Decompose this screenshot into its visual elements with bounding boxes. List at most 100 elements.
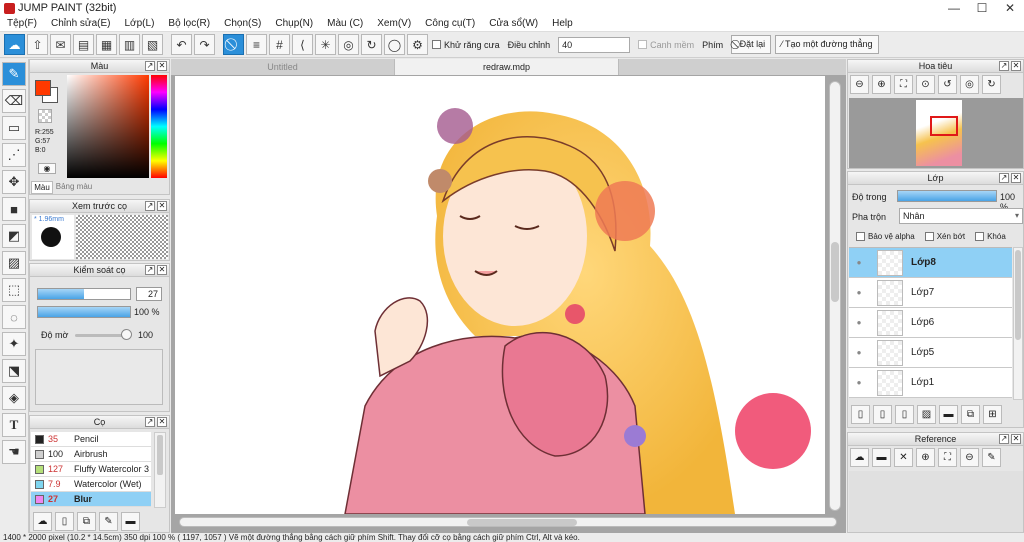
- foreground-swatch[interactable]: [35, 80, 51, 96]
- brush-cloud-icon[interactable]: ☁: [33, 512, 52, 531]
- layer-row-lop7[interactable]: ● Lớp7: [849, 278, 1012, 308]
- navigator-viewport[interactable]: [930, 116, 958, 136]
- undock-icon[interactable]: ↗: [145, 201, 155, 211]
- document-icon[interactable]: ▦: [96, 34, 117, 55]
- size-value[interactable]: 27: [136, 287, 162, 301]
- gradient-icon[interactable]: ▨: [2, 251, 26, 275]
- undo-icon[interactable]: ↶: [171, 34, 192, 55]
- opacity-bar[interactable]: [37, 306, 131, 318]
- close-icon[interactable]: ✕: [1011, 434, 1021, 444]
- minimize-button[interactable]: —: [940, 0, 968, 16]
- fill-rect-icon[interactable]: ■: [2, 197, 26, 221]
- maximize-button[interactable]: ☐: [968, 0, 996, 16]
- brush-edit-icon[interactable]: ✎: [99, 512, 118, 531]
- reset-button[interactable]: ⃠ Đặt lại: [731, 35, 772, 54]
- menu-edit[interactable]: Chỉnh sửa(E): [44, 18, 118, 29]
- brush-list-scrollbar[interactable]: [154, 432, 166, 508]
- menu-tools[interactable]: Công cụ(T): [418, 18, 482, 29]
- magic-wand-icon[interactable]: ✦: [2, 332, 26, 356]
- menu-layer[interactable]: Lớp(L): [118, 18, 162, 29]
- blend-select[interactable]: Nhân ▾: [899, 208, 1023, 224]
- visibility-icon[interactable]: ●: [849, 318, 869, 327]
- navigator-thumbnail[interactable]: [916, 100, 962, 166]
- blur-slider-handle[interactable]: [121, 329, 132, 340]
- zoom-reset-icon[interactable]: ⊙: [916, 75, 935, 94]
- upload-icon[interactable]: ⇧: [27, 34, 48, 55]
- chat-icon[interactable]: ▤: [73, 34, 94, 55]
- tone-layer-icon[interactable]: ▨: [917, 405, 936, 424]
- brush-icon[interactable]: ✎: [2, 62, 26, 86]
- eyedrop-icon[interactable]: ◉: [38, 163, 56, 174]
- sv-picker[interactable]: [67, 75, 149, 178]
- menu-window[interactable]: Cửa sổ(W): [482, 18, 545, 29]
- visibility-icon[interactable]: ●: [849, 348, 869, 357]
- close-icon[interactable]: ✕: [157, 417, 167, 427]
- lasso-icon[interactable]: ◌: [2, 305, 26, 329]
- undock-icon[interactable]: ↗: [999, 61, 1009, 71]
- vanishing-snap-icon[interactable]: ⟨: [292, 34, 313, 55]
- layer-opacity-bar[interactable]: [897, 190, 997, 202]
- menu-file[interactable]: Tệp(F): [0, 18, 44, 29]
- straight-line-button[interactable]: ⁄ Tạo một đường thẳng: [775, 35, 879, 54]
- tab-untitled[interactable]: Untitled: [171, 59, 395, 75]
- size-bar[interactable]: [37, 288, 131, 300]
- zoom-in-icon[interactable]: ⊕: [872, 75, 891, 94]
- adjust-input[interactable]: 40: [558, 36, 631, 53]
- reference-cloud-icon[interactable]: ☁: [850, 448, 869, 467]
- menu-filter[interactable]: Bộ lọc(R): [161, 18, 217, 29]
- reference-zoom-out-icon[interactable]: ⊖: [960, 448, 979, 467]
- lock-checkbox[interactable]: [975, 232, 985, 241]
- tab-palette[interactable]: Bảng màu: [54, 181, 94, 194]
- rect-select-icon[interactable]: ▭: [2, 116, 26, 140]
- menu-view[interactable]: Xem(V): [370, 18, 418, 29]
- redo-icon[interactable]: ↷: [194, 34, 215, 55]
- radial-snap-icon[interactable]: ✳: [315, 34, 336, 55]
- visibility-icon[interactable]: ●: [849, 378, 869, 387]
- close-icon[interactable]: ✕: [1011, 61, 1021, 71]
- brush-new-icon[interactable]: ▯: [55, 512, 74, 531]
- rotate-reset-icon[interactable]: ◎: [960, 75, 979, 94]
- layer-row-lop5[interactable]: ● Lớp5: [849, 338, 1012, 368]
- reference-open-icon[interactable]: ▬: [872, 448, 891, 467]
- brush-item-airbrush[interactable]: 100 Airbrush: [31, 447, 151, 462]
- reference-close-icon[interactable]: ✕: [894, 448, 913, 467]
- canvas-hscrollbar[interactable]: [179, 517, 837, 527]
- antialias-checkbox[interactable]: [432, 40, 441, 49]
- dot-line-icon[interactable]: ⋰: [2, 143, 26, 167]
- brush-folder-icon[interactable]: ▬: [121, 512, 140, 531]
- menu-color[interactable]: Màu (C): [320, 18, 370, 29]
- brush-item-pencil[interactable]: 35 Pencil: [31, 432, 151, 447]
- canvas-vscrollbar[interactable]: [829, 81, 841, 511]
- select-eraser-icon[interactable]: ◈: [2, 386, 26, 410]
- brush-item-blur[interactable]: 27 Blur: [31, 492, 151, 507]
- fit-icon[interactable]: ⛶: [894, 75, 913, 94]
- menu-snap[interactable]: Chụp(N): [268, 18, 320, 29]
- hand-icon[interactable]: ☚: [2, 440, 26, 464]
- curve-snap-icon[interactable]: ↻: [361, 34, 382, 55]
- undock-icon[interactable]: ↗: [999, 173, 1009, 183]
- menu-select[interactable]: Chọn(S): [217, 18, 268, 29]
- clip-checkbox[interactable]: [924, 232, 934, 241]
- merge-layer-icon[interactable]: ⊞: [983, 405, 1002, 424]
- page-icon[interactable]: ▥: [119, 34, 140, 55]
- hue-slider[interactable]: [151, 75, 167, 178]
- select-pen-icon[interactable]: ⬔: [2, 359, 26, 383]
- snap-off-icon[interactable]: ⃠: [223, 34, 244, 55]
- rotate-right-icon[interactable]: ↻: [982, 75, 1001, 94]
- snap-settings-icon[interactable]: ⚙: [407, 34, 428, 55]
- close-icon[interactable]: ✕: [157, 265, 167, 275]
- duplicate-layer-icon[interactable]: ⧉: [961, 405, 980, 424]
- brush-item-fluffy-watercolor[interactable]: 127 Fluffy Watercolor 3: [31, 462, 151, 477]
- concentric-snap-icon[interactable]: ◎: [338, 34, 359, 55]
- visibility-icon[interactable]: ●: [849, 258, 869, 267]
- canh-mem-checkbox[interactable]: [638, 40, 648, 49]
- brush-item-watercolor-wet[interactable]: 7.9 Watercolor (Wet): [31, 477, 151, 492]
- grid-snap-icon[interactable]: #: [269, 34, 290, 55]
- text-icon[interactable]: T: [2, 413, 26, 437]
- cloud-icon[interactable]: ☁: [4, 34, 25, 55]
- artwork-canvas[interactable]: [175, 76, 825, 514]
- ellipse-snap-icon[interactable]: ◯: [384, 34, 405, 55]
- close-icon[interactable]: ✕: [1011, 173, 1021, 183]
- reference-zoom-in-icon[interactable]: ⊕: [916, 448, 935, 467]
- bucket-icon[interactable]: ◩: [2, 224, 26, 248]
